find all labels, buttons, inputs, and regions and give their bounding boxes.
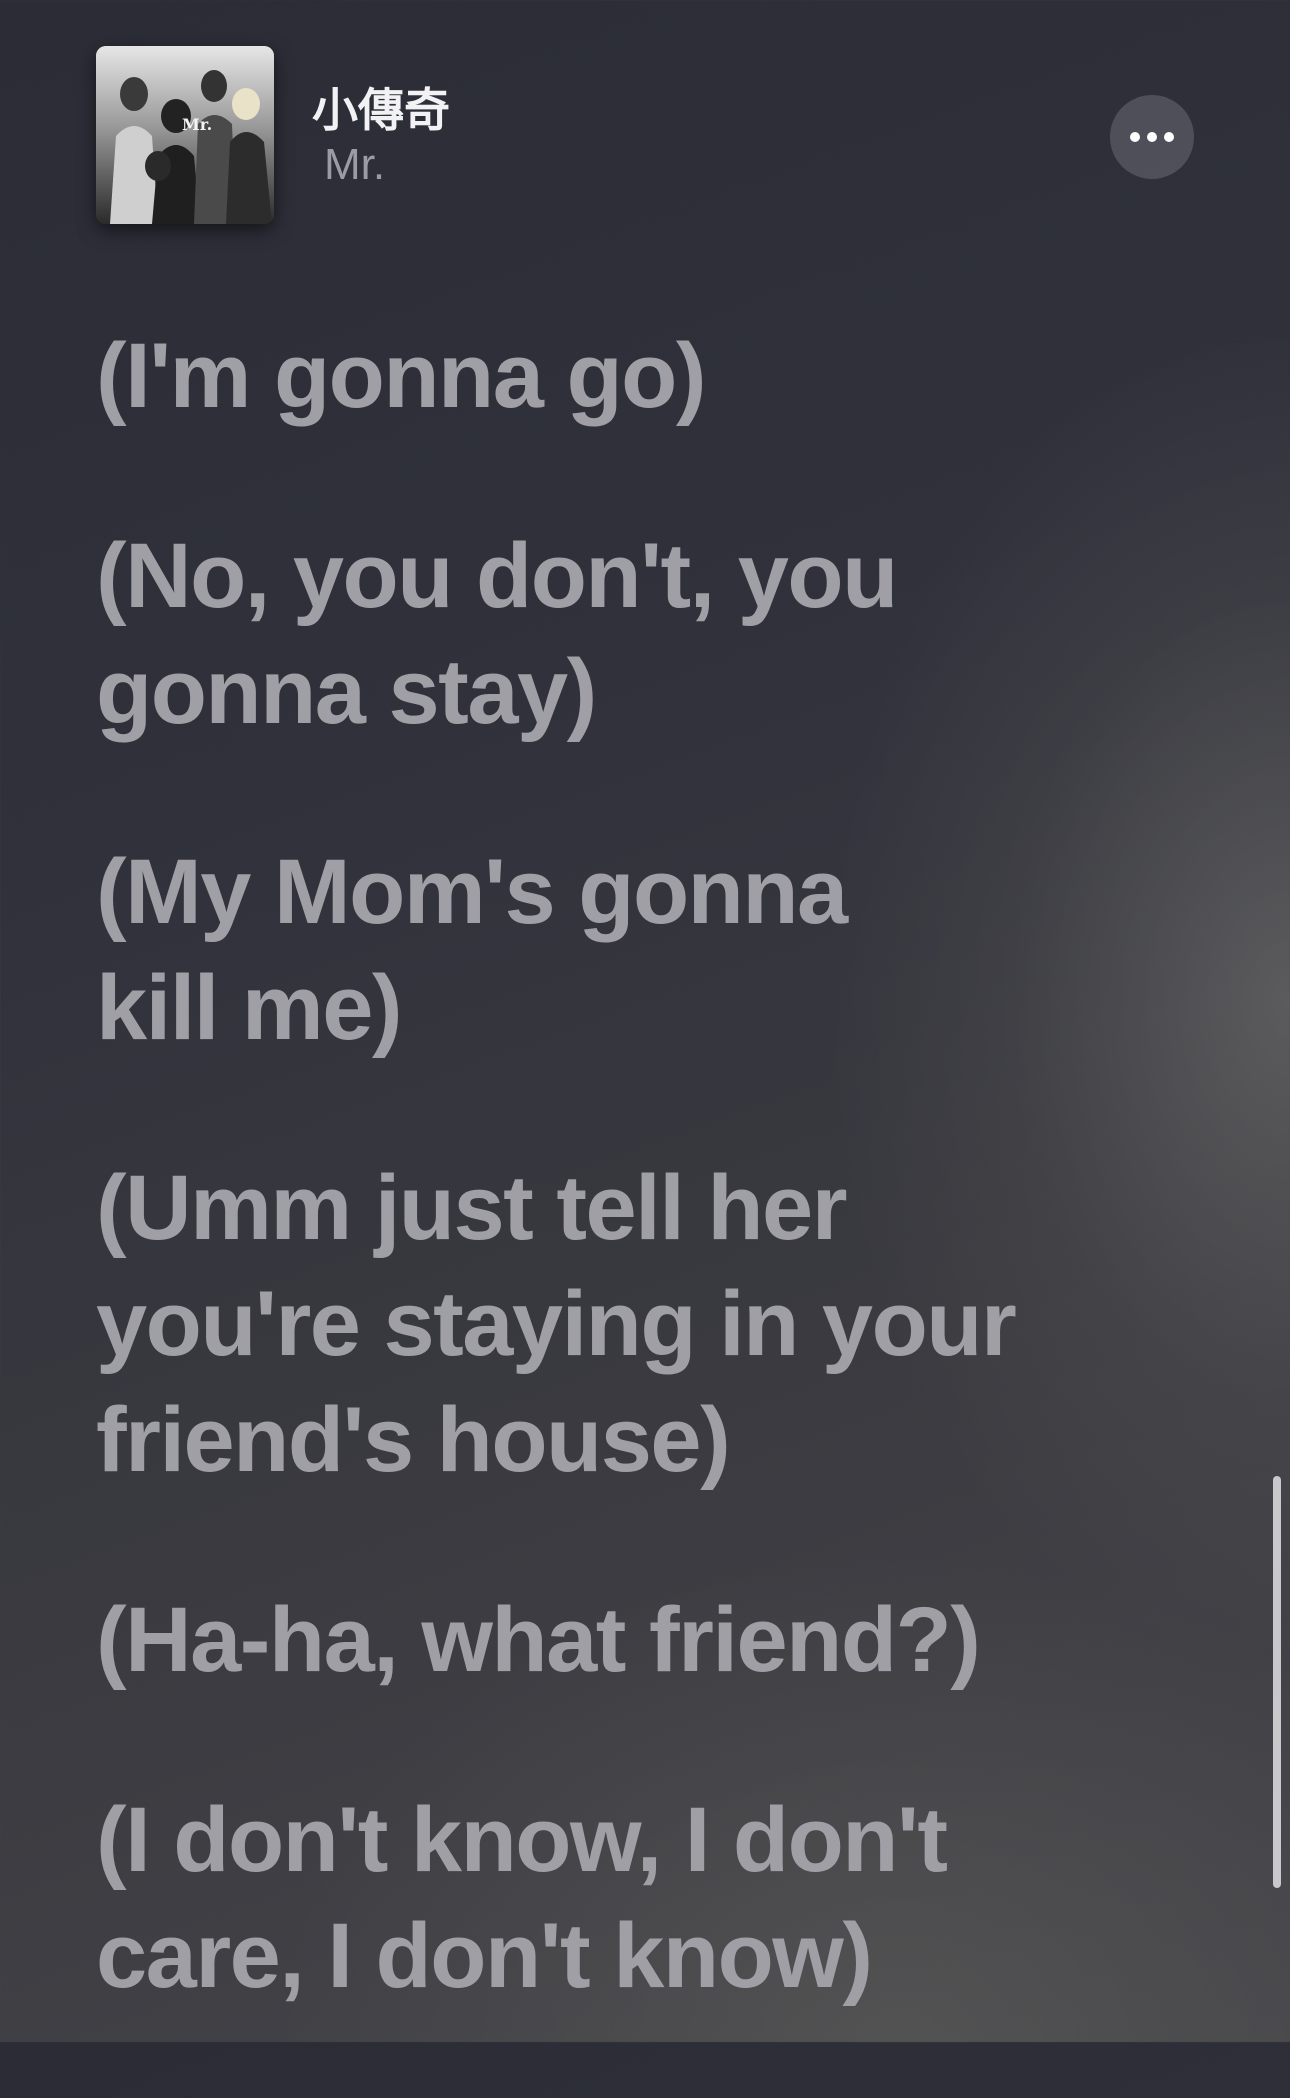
- ellipsis-icon-dot: [1147, 132, 1157, 142]
- lyric-line[interactable]: (I'm gonna go): [96, 318, 1156, 434]
- lyric-line[interactable]: (Ha-ha, what friend?): [96, 1582, 1156, 1698]
- album-art-logo: Mr.: [182, 115, 212, 134]
- lyric-line[interactable]: (I don't know, I don't care, I don't kno…: [96, 1782, 1156, 2014]
- album-artwork[interactable]: Mr.: [96, 46, 274, 224]
- artist-name[interactable]: Mr.: [324, 140, 385, 190]
- lyric-line[interactable]: (My Mom's gonna kill me): [96, 834, 1156, 1066]
- ellipsis-icon-dot: [1164, 132, 1174, 142]
- song-title[interactable]: 小傳奇: [312, 74, 450, 140]
- more-options-button[interactable]: [1110, 95, 1194, 179]
- album-cover-image: Mr.: [96, 46, 274, 224]
- now-playing-header: Mr. 小傳奇 Mr.: [0, 0, 1290, 240]
- scrollbar[interactable]: [1273, 1476, 1281, 1888]
- lyric-line[interactable]: (Umm just tell her you're staying in you…: [96, 1150, 1156, 1498]
- ellipsis-icon: [1130, 132, 1140, 142]
- lyric-line[interactable]: (No, you don't, you gonna stay): [96, 518, 1156, 750]
- lyrics-view[interactable]: (I'm gonna go) (No, you don't, you gonna…: [96, 318, 1156, 2098]
